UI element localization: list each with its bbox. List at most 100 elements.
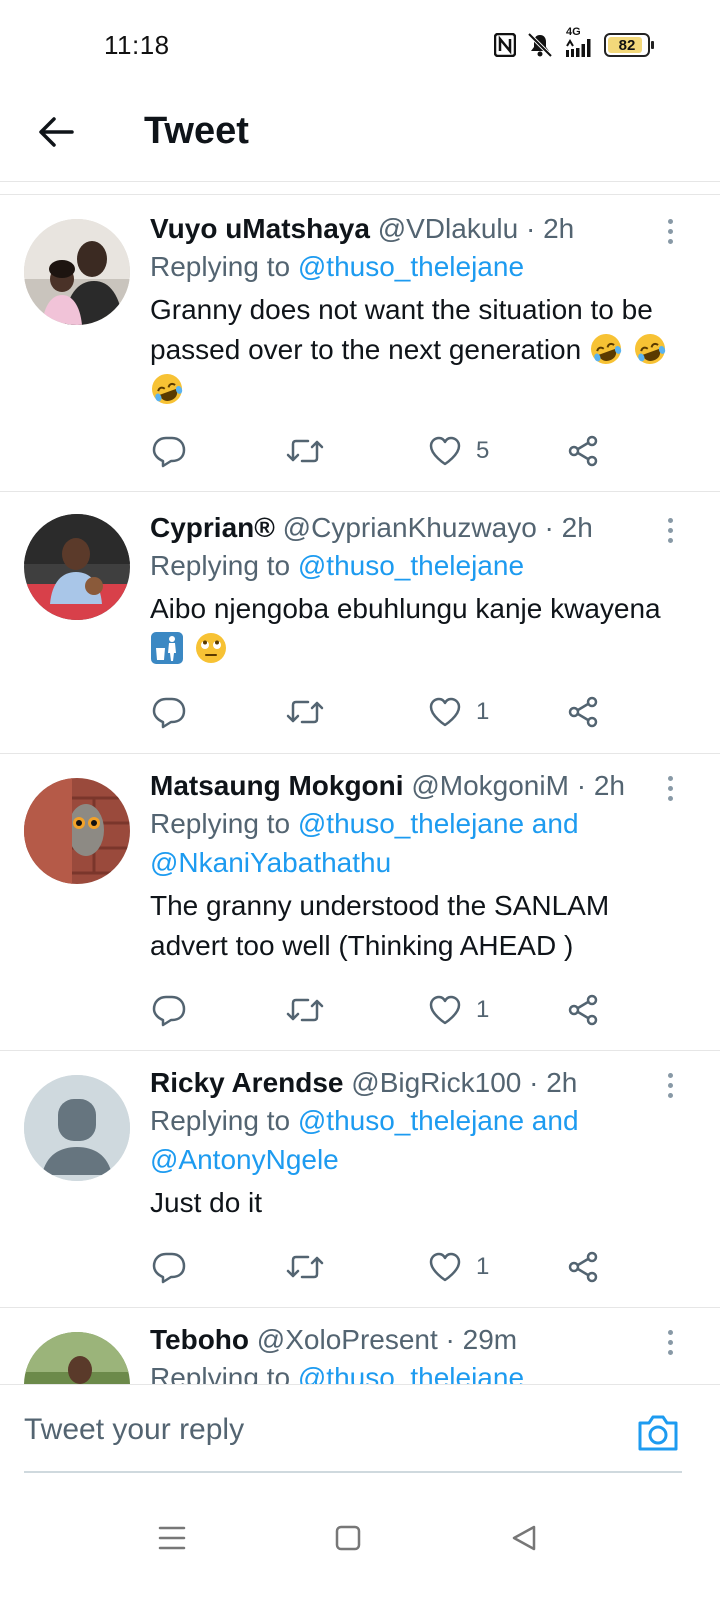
- tweet-body: Vuyo uMatshaya @VDlakulu · 2h Replying t…: [150, 211, 692, 410]
- menu-button[interactable]: [152, 1518, 192, 1558]
- reply-button[interactable]: [152, 692, 186, 732]
- retweet-button[interactable]: [286, 431, 324, 471]
- author-handle[interactable]: @VDlakulu: [378, 213, 518, 244]
- avatar[interactable]: [24, 514, 130, 620]
- replying-to: Replying to @thuso_thelejane and @Antony…: [150, 1101, 692, 1179]
- tweet-text: The granny understood the SANLAM advert …: [150, 886, 692, 966]
- replying-to-label: Replying to: [150, 251, 291, 282]
- retweet-icon: [286, 1255, 324, 1279]
- default-avatar-icon: [24, 1075, 130, 1181]
- retweet-button[interactable]: [286, 692, 324, 732]
- status-time: 11:18: [104, 30, 170, 60]
- share-button[interactable]: [566, 692, 600, 732]
- like-button[interactable]: 1: [428, 990, 489, 1030]
- back-nav-button[interactable]: [504, 1518, 544, 1558]
- status-icons: 4G 82: [494, 26, 654, 60]
- author-name[interactable]: Ricky Arendse: [150, 1067, 344, 1098]
- mention-link[interactable]: @thuso_thelejane and: [298, 808, 579, 839]
- reply-underline: [24, 1471, 682, 1473]
- like-button[interactable]: 5: [428, 431, 489, 471]
- reply-icon: [152, 697, 186, 729]
- author-handle[interactable]: @CyprianKhuzwayo: [283, 512, 537, 543]
- retweet-button[interactable]: [286, 990, 324, 1030]
- tweet-body: Cyprian® @CyprianKhuzwayo · 2h Replying …: [150, 510, 692, 669]
- tweet-item[interactable]: Ricky Arendse @BigRick100 · 2h Replying …: [0, 1051, 720, 1308]
- battery-icon: 82: [604, 33, 654, 57]
- mention-link[interactable]: @thuso_thelejane: [298, 550, 524, 581]
- replying-to: Replying to @thuso_thelejane: [150, 1358, 692, 1384]
- tweet-time: 29m: [462, 1324, 518, 1355]
- camera-icon: [638, 1415, 678, 1451]
- like-button[interactable]: 1: [428, 692, 489, 732]
- tweet-header: Vuyo uMatshaya @VDlakulu · 2h: [150, 211, 692, 247]
- system-nav-bar: [0, 1490, 720, 1600]
- like-count: 1: [476, 698, 490, 725]
- reply-button[interactable]: [152, 431, 186, 471]
- mention-link[interactable]: @NkaniYabathathu: [150, 847, 391, 878]
- author-name[interactable]: Cyprian®: [150, 512, 275, 543]
- author-handle[interactable]: @BigRick100: [351, 1067, 521, 1098]
- tweet-body: Ricky Arendse @BigRick100 · 2h Replying …: [150, 1065, 692, 1223]
- author-name[interactable]: Matsaung Mokgoni: [150, 770, 404, 801]
- retweet-icon: [286, 439, 324, 463]
- separator: ·: [529, 1067, 539, 1098]
- author-handle[interactable]: @XoloPresent: [257, 1324, 438, 1355]
- tweet-item[interactable]: Teboho @XoloPresent · 29m Replying to @t…: [0, 1308, 720, 1384]
- tweet-text: Aibo njengoba ebuhlungu kanje kwayena: [150, 589, 692, 669]
- share-button[interactable]: [566, 1247, 600, 1287]
- tweet-body: Teboho @XoloPresent · 29m Replying to @t…: [150, 1322, 692, 1384]
- avatar[interactable]: [24, 1075, 130, 1181]
- share-icon: [568, 994, 598, 1026]
- reply-button[interactable]: [152, 990, 186, 1030]
- share-button[interactable]: [566, 990, 600, 1030]
- like-count: 5: [476, 437, 490, 464]
- rofl-emoji-icon: [590, 334, 622, 364]
- tweet-actions: 5: [150, 431, 620, 471]
- mention-link[interactable]: @thuso_thelejane and: [298, 1105, 579, 1136]
- tweet-actions: 1: [150, 1247, 620, 1287]
- like-count: 1: [476, 996, 490, 1023]
- author-handle[interactable]: @MokgoniM: [411, 770, 569, 801]
- tweet-item[interactable]: Cyprian® @CyprianKhuzwayo · 2h Replying …: [0, 492, 720, 754]
- back-button[interactable]: [30, 108, 82, 160]
- avatar[interactable]: [24, 778, 130, 884]
- retweet-icon: [286, 700, 324, 724]
- arrow-left-icon: [38, 116, 74, 153]
- replying-to: Replying to @thuso_thelejane and @NkaniY…: [150, 804, 692, 882]
- page-title: Tweet: [144, 110, 249, 152]
- more-options-button[interactable]: [658, 213, 682, 249]
- tweet-header: Teboho @XoloPresent · 29m: [150, 1322, 692, 1358]
- tweet-time: 2h: [593, 770, 625, 801]
- reply-input[interactable]: Tweet your reply: [24, 1413, 244, 1447]
- tweet-text: Just do it: [150, 1183, 692, 1223]
- author-name[interactable]: Vuyo uMatshaya: [150, 213, 370, 244]
- mute-icon: [526, 32, 554, 58]
- share-button[interactable]: [566, 431, 600, 471]
- more-options-button[interactable]: [658, 1324, 682, 1360]
- mention-link[interactable]: @AntonyNgele: [150, 1144, 339, 1175]
- reply-feed[interactable]: Vuyo uMatshaya @VDlakulu · 2h Replying t…: [0, 194, 720, 1384]
- tweet-header: Cyprian® @CyprianKhuzwayo · 2h: [150, 510, 692, 546]
- heart-icon: [429, 995, 461, 1025]
- avatar[interactable]: [24, 1332, 130, 1384]
- like-button[interactable]: 1: [428, 1247, 489, 1287]
- reply-button[interactable]: [152, 1247, 186, 1287]
- signal-icon: 4G: [564, 26, 594, 58]
- tweet-item[interactable]: Matsaung Mokgoni @MokgoniM · 2h Replying…: [0, 754, 720, 1051]
- heart-icon: [429, 436, 461, 466]
- avatar[interactable]: [24, 219, 130, 325]
- tweet-item[interactable]: Vuyo uMatshaya @VDlakulu · 2h Replying t…: [0, 195, 720, 492]
- mention-link[interactable]: @thuso_thelejane: [298, 1362, 524, 1384]
- camera-button[interactable]: [636, 1413, 680, 1457]
- more-options-button[interactable]: [658, 770, 682, 806]
- home-square-icon: [335, 1525, 361, 1551]
- status-bar: 11:18 4G 82: [0, 0, 720, 90]
- mention-link[interactable]: @thuso_thelejane: [298, 251, 524, 282]
- author-name[interactable]: Teboho: [150, 1324, 249, 1355]
- tweet-actions: 1: [150, 692, 620, 732]
- more-options-button[interactable]: [658, 512, 682, 548]
- tweet-body: Matsaung Mokgoni @MokgoniM · 2h Replying…: [150, 768, 692, 966]
- home-button[interactable]: [328, 1518, 368, 1558]
- more-options-button[interactable]: [658, 1067, 682, 1103]
- retweet-button[interactable]: [286, 1247, 324, 1287]
